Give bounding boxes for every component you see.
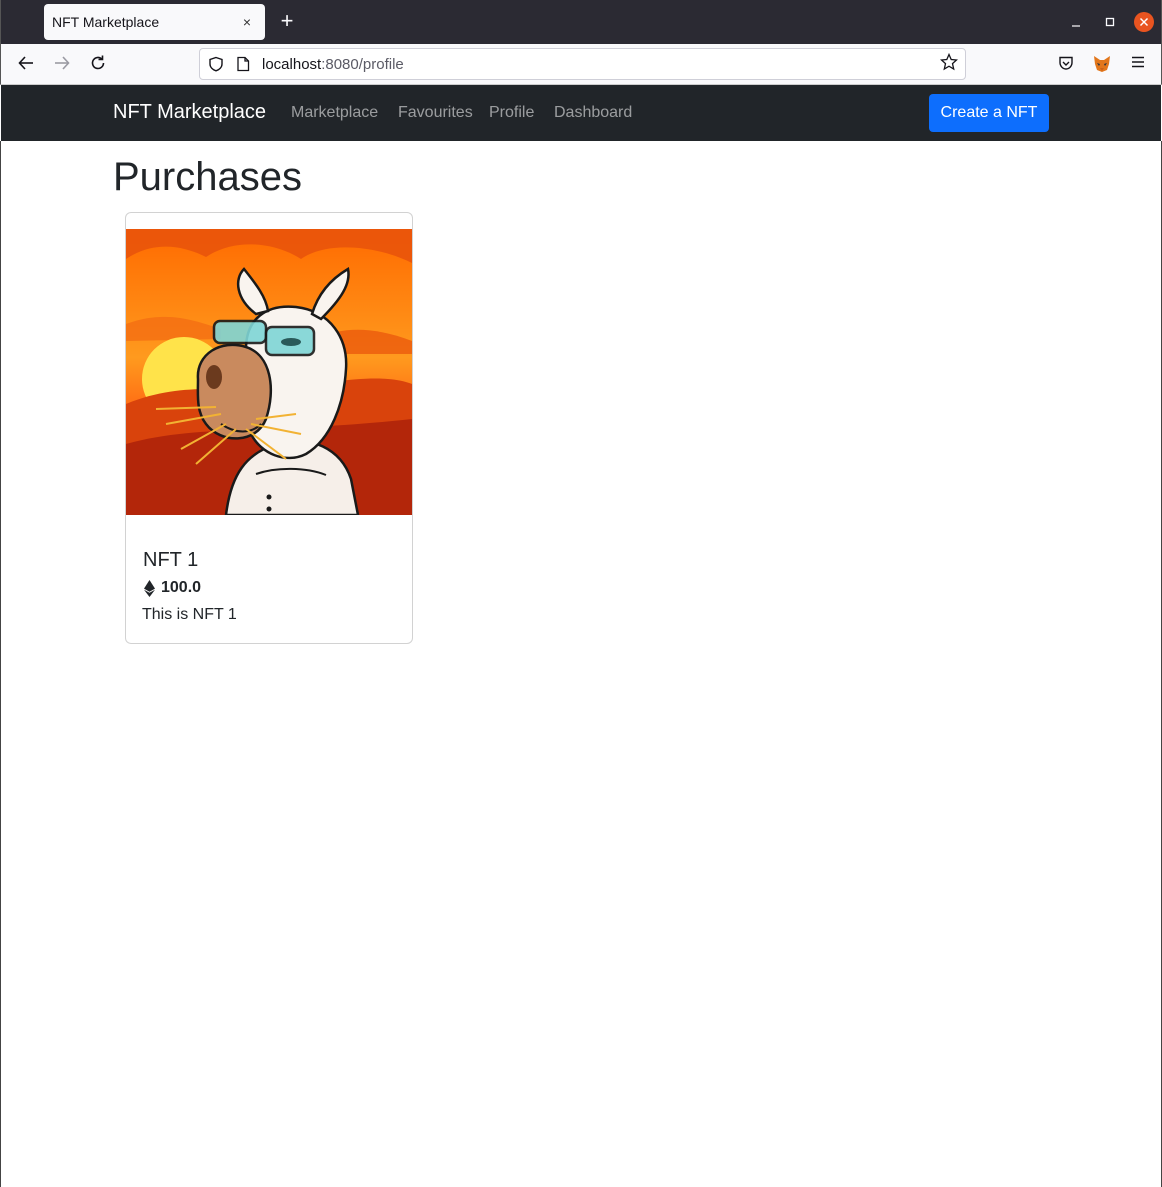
maximize-icon[interactable] <box>1100 12 1120 32</box>
hamburger-menu-icon[interactable] <box>1127 54 1149 76</box>
navbar-brand[interactable]: NFT Marketplace <box>113 101 266 124</box>
url-text[interactable]: localhost:8080/profile <box>262 56 939 73</box>
url-host: localhost <box>262 55 322 73</box>
app-navbar: NFT Marketplace Marketplace Favourites P… <box>1 85 1161 141</box>
create-nft-button[interactable]: Create a NFT <box>929 94 1049 132</box>
nft-title: NFT 1 <box>143 549 199 571</box>
nft-card[interactable]: NFT 1 100.0 This is NFT 1 <box>125 212 413 644</box>
nft-description: This is NFT 1 <box>142 606 237 623</box>
reload-icon[interactable] <box>87 54 109 76</box>
nav-link-marketplace[interactable]: Marketplace <box>291 104 378 122</box>
page-title: Purchases <box>113 155 302 199</box>
minimize-icon[interactable] <box>1066 12 1086 32</box>
nav-link-profile[interactable]: Profile <box>489 104 534 122</box>
tab-title: NFT Marketplace <box>52 14 160 30</box>
ethereum-icon <box>144 579 155 597</box>
window-close-icon[interactable] <box>1134 12 1154 32</box>
pocket-icon[interactable] <box>1055 54 1077 76</box>
forward-arrow-icon[interactable] <box>51 54 73 76</box>
url-bar[interactable]: localhost:8080/profile <box>199 48 966 80</box>
window-edge <box>0 141 1 1187</box>
nft-price-value: 100.0 <box>161 579 202 596</box>
page-icon <box>237 56 250 72</box>
nft-price: 100.0 <box>144 579 201 597</box>
shield-icon[interactable] <box>208 56 224 72</box>
tab-close-icon[interactable]: × <box>239 14 255 30</box>
bookmark-star-icon[interactable] <box>939 52 959 76</box>
back-arrow-icon[interactable] <box>15 54 37 76</box>
url-path: :8080/profile <box>321 55 404 73</box>
browser-toolbar: localhost:8080/profile <box>0 44 1162 85</box>
browser-tab[interactable]: NFT Marketplace × <box>44 4 265 40</box>
new-tab-icon[interactable]: + <box>276 10 298 32</box>
nav-link-favourites[interactable]: Favourites <box>398 104 473 122</box>
llama-nft-artwork-icon <box>126 229 412 515</box>
browser-tab-bar: NFT Marketplace × + <box>0 0 1162 44</box>
metamask-fox-icon[interactable] <box>1091 54 1113 76</box>
nav-link-dashboard[interactable]: Dashboard <box>554 104 632 122</box>
nft-image[interactable] <box>126 229 412 515</box>
